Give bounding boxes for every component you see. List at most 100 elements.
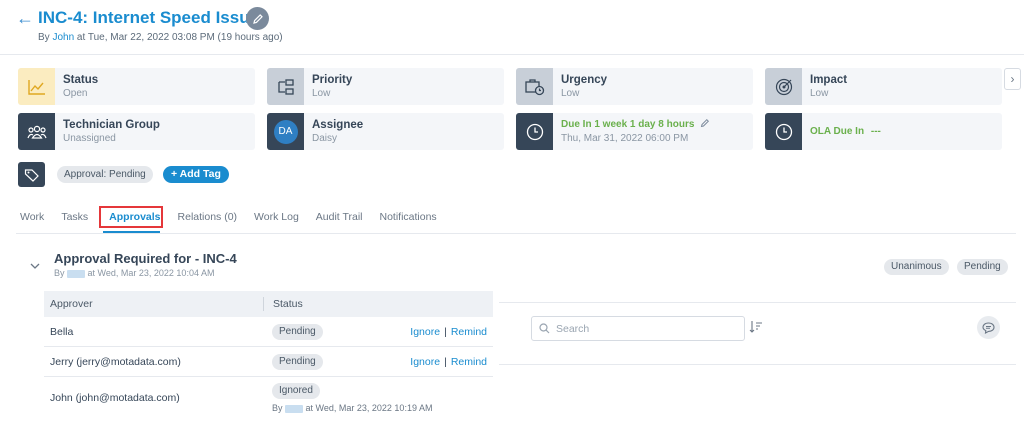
sort-icon[interactable] xyxy=(749,320,763,337)
assignee-label: Assignee xyxy=(312,118,364,131)
tab-relations[interactable]: Relations (0) xyxy=(178,211,238,223)
priority-label: Priority xyxy=(312,73,353,86)
edit-title-button[interactable] xyxy=(246,7,269,30)
separator: | xyxy=(444,325,447,338)
ola-value: --- xyxy=(870,125,881,137)
by-prefix: By xyxy=(38,32,50,43)
back-arrow-icon[interactable]: ← xyxy=(16,8,34,29)
status-pill: Pending xyxy=(272,353,323,370)
avatar: DA xyxy=(273,119,298,144)
approver-name: Bella xyxy=(50,325,74,338)
created-meta: at Tue, Mar 22, 2022 03:08 PM (19 hours … xyxy=(76,32,283,43)
tab-work-log[interactable]: Work Log xyxy=(254,211,299,223)
redacted-user xyxy=(67,269,86,278)
technician-group-label: Technician Group xyxy=(63,118,160,131)
comment-button[interactable] xyxy=(977,316,1000,339)
collapse-chevron-icon[interactable] xyxy=(30,262,40,273)
status-value: Open xyxy=(63,87,88,99)
due-icon-box xyxy=(516,113,553,150)
header-divider xyxy=(0,54,1024,55)
technician-group-value: Unassigned xyxy=(63,132,116,144)
urgency-card[interactable]: Urgency Low xyxy=(516,68,753,105)
urgency-value: Low xyxy=(561,87,580,99)
approval-created-line: By at Wed, Mar 23, 2022 10:04 AM xyxy=(54,268,214,278)
chevron-right-icon: › xyxy=(1010,72,1015,86)
impact-card[interactable]: Impact Low xyxy=(765,68,1002,105)
impact-value: Low xyxy=(810,87,829,99)
ola-line: OLA Due In --- xyxy=(810,125,881,139)
due-remaining: 1 week 1 day 8 hours xyxy=(594,118,695,130)
requester-link[interactable]: John xyxy=(52,32,74,43)
target-icon xyxy=(775,78,792,95)
tag-icon-box xyxy=(18,162,45,187)
approval-title: Approval Required for - INC-4 xyxy=(54,251,237,266)
due-card[interactable]: Due In 1 week 1 day 8 hours Thu, Mar 31,… xyxy=(516,113,753,150)
remind-link[interactable]: Remind xyxy=(451,356,487,368)
page-title: INC-4: Internet Speed Issue xyxy=(38,8,260,27)
approver-name: John (john@motadata.com) xyxy=(50,392,180,404)
approval-meta: at Wed, Mar 23, 2022 10:04 AM xyxy=(87,268,215,278)
tab-tasks[interactable]: Tasks xyxy=(61,211,88,223)
ola-card[interactable]: OLA Due In --- xyxy=(765,113,1002,150)
table-row: Jerry (jerry@motadata.com) Pending Ignor… xyxy=(44,347,493,377)
panel-divider-bottom xyxy=(499,364,1016,365)
approver-name: Jerry (jerry@motadata.com) xyxy=(50,355,181,368)
impact-icon-box xyxy=(765,68,802,105)
tabs-divider xyxy=(16,233,1016,234)
ola-label: OLA Due In xyxy=(810,125,865,137)
status-cell: Ignored By at Wed, Mar 23, 2022 10:19 AM xyxy=(272,383,432,413)
status-icon-box xyxy=(18,68,55,105)
due-label: Due In xyxy=(561,118,592,130)
assignee-value: Daisy xyxy=(312,132,338,144)
search-input[interactable]: Search xyxy=(531,316,745,341)
panel-divider-top xyxy=(499,302,1016,303)
technician-group-card[interactable]: Technician Group Unassigned xyxy=(18,113,255,150)
column-status: Status xyxy=(273,298,303,310)
tab-notifications[interactable]: Notifications xyxy=(379,211,436,223)
active-tab-indicator xyxy=(103,231,160,233)
created-by-line: By John at Tue, Mar 22, 2022 03:08 PM (1… xyxy=(38,32,283,43)
ignore-link[interactable]: Ignore xyxy=(410,356,440,368)
chart-line-icon xyxy=(27,79,45,95)
approval-by-prefix: By xyxy=(54,268,65,278)
approvers-table: Approver Status Bella Pending Ignore | Rem… xyxy=(44,291,493,419)
remind-link[interactable]: Remind xyxy=(451,326,487,338)
row-actions: Ignore | Remind xyxy=(410,356,487,368)
due-value: Thu, Mar 31, 2022 06:00 PM xyxy=(561,132,689,144)
redacted-user xyxy=(285,404,304,413)
ignored-by-prefix: By xyxy=(272,403,283,413)
priority-icon-box xyxy=(267,68,304,105)
tag-icon xyxy=(24,168,39,182)
impact-label: Impact xyxy=(810,73,848,86)
table-row: Bella Pending Ignore | Remind xyxy=(44,317,493,347)
priority-icon xyxy=(277,78,294,95)
ignored-meta: at Wed, Mar 23, 2022 10:19 AM xyxy=(305,403,433,413)
unanimous-badge: Unanimous xyxy=(884,259,949,275)
chat-bubble-icon xyxy=(982,321,995,334)
tab-work[interactable]: Work xyxy=(20,211,44,223)
tag-approval-pending[interactable]: Approval: Pending xyxy=(57,166,153,183)
search-icon xyxy=(539,323,550,334)
clock-icon xyxy=(775,123,792,140)
urgency-icon-box xyxy=(516,68,553,105)
pencil-icon[interactable] xyxy=(700,118,710,128)
users-group-icon xyxy=(26,125,47,139)
technician-group-icon-box xyxy=(18,113,55,150)
tab-audit-trail[interactable]: Audit Trail xyxy=(316,211,363,223)
priority-card[interactable]: Priority Low xyxy=(267,68,504,105)
add-tag-button[interactable]: + Add Tag xyxy=(163,166,229,183)
status-pill: Ignored xyxy=(272,383,320,399)
clock-icon xyxy=(526,123,543,140)
tab-bar: Work Tasks Approvals Relations (0) Work … xyxy=(20,211,454,223)
status-card[interactable]: Status Open xyxy=(18,68,255,105)
ola-icon-box xyxy=(765,113,802,150)
assignee-card[interactable]: DA Assignee Daisy xyxy=(267,113,504,150)
assignee-icon-box: DA xyxy=(267,113,304,150)
row-actions: Ignore | Remind xyxy=(410,326,487,338)
column-approver: Approver xyxy=(50,298,93,310)
table-header: Approver Status xyxy=(44,291,493,317)
briefcase-clock-icon xyxy=(524,78,544,95)
cards-next-button[interactable]: › xyxy=(1004,68,1021,90)
ignore-link[interactable]: Ignore xyxy=(410,326,440,338)
status-pill: Pending xyxy=(272,323,323,340)
